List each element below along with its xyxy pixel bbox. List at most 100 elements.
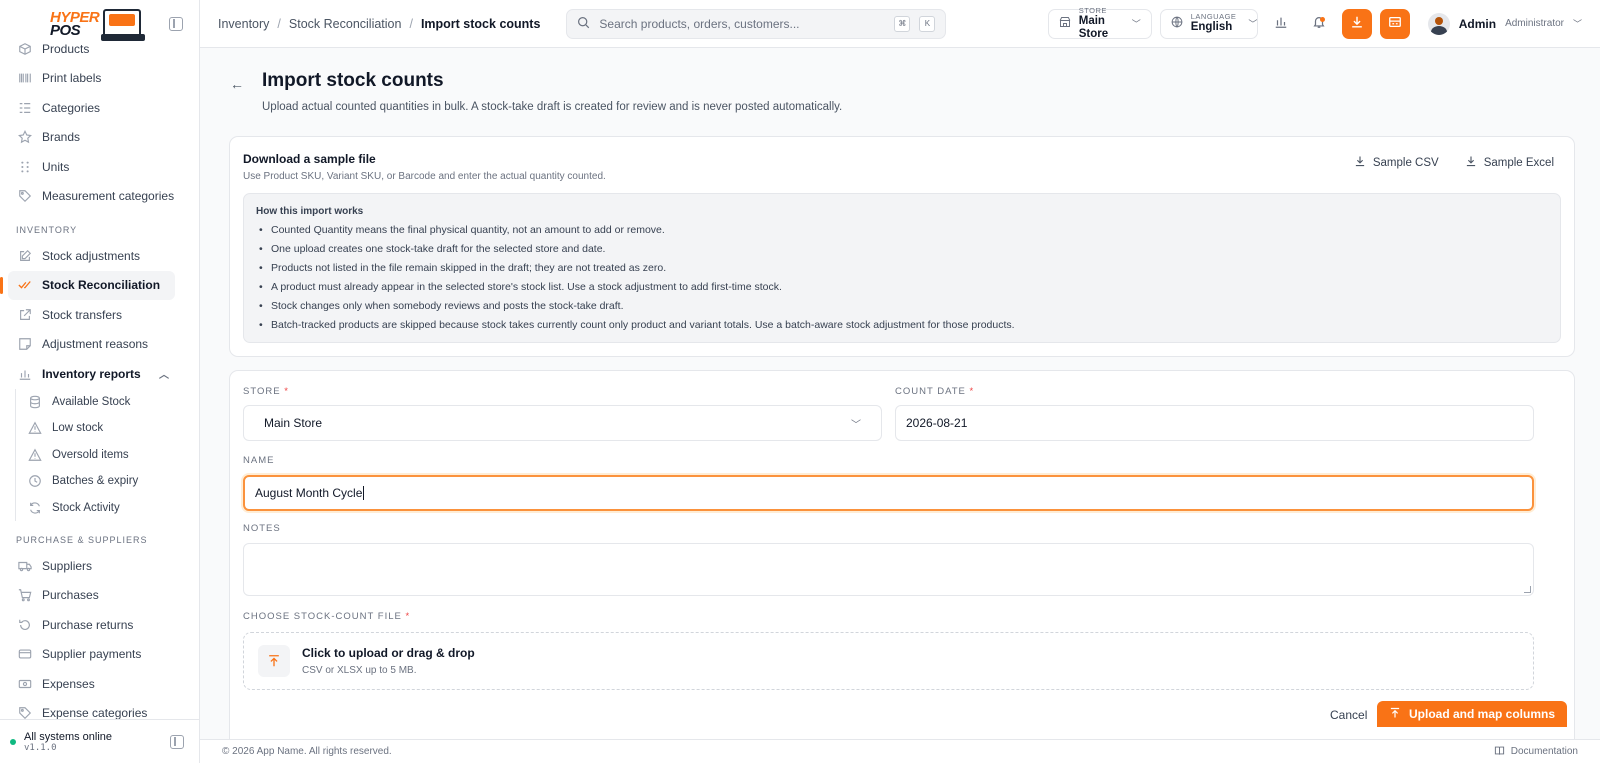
sample-file-header: Download a sample file Use Product SKU, … bbox=[243, 152, 606, 182]
sidebar-collapse-icon[interactable] bbox=[170, 734, 184, 749]
cash-icon bbox=[18, 677, 32, 691]
language-selector-text: LANGUAGE English bbox=[1191, 13, 1237, 34]
sidebar-item-expenses[interactable]: Expenses bbox=[0, 669, 199, 699]
sidebar: HYPER POS Products Print labels Categori… bbox=[0, 0, 200, 763]
sidebar-item-label: Adjustment reasons bbox=[42, 337, 149, 352]
box-icon bbox=[18, 42, 32, 56]
sidebar-group-label: Inventory reports bbox=[42, 366, 141, 381]
documentation-link[interactable]: Documentation bbox=[1494, 745, 1578, 759]
sidebar-item-supplier-payments[interactable]: Supplier payments bbox=[0, 640, 199, 670]
edit-icon bbox=[18, 249, 32, 263]
sidebar-item-purchases[interactable]: Purchases bbox=[0, 581, 199, 611]
sample-csv-label: Sample CSV bbox=[1372, 156, 1439, 169]
breadcrumb-inventory[interactable]: Inventory bbox=[218, 17, 269, 31]
breadcrumb-separator: / bbox=[277, 16, 281, 31]
sidebar-item-label: Measurement categories bbox=[42, 189, 175, 204]
sidebar-item-stock-reconciliation[interactable]: Stock Reconciliation bbox=[0, 270, 175, 300]
store-selector[interactable]: STORE Main Store ﹀ bbox=[1047, 6, 1152, 41]
sidebar-item-label: Low stock bbox=[52, 422, 104, 435]
search-input[interactable] bbox=[599, 16, 886, 31]
required-mark: * bbox=[284, 386, 289, 397]
sidebar-item-print-labels[interactable]: Print labels bbox=[0, 64, 199, 94]
user-menu[interactable]: Admin Administrator ﹀ bbox=[1427, 12, 1582, 35]
brand-logo[interactable]: HYPER POS bbox=[50, 9, 146, 41]
chevron-down-icon: ﹀ bbox=[851, 419, 861, 431]
kbd-command: ⌘ bbox=[894, 15, 911, 32]
sidebar-item-label: Expense categories bbox=[42, 706, 148, 719]
sidebar-item-label: Batches & expiry bbox=[52, 475, 139, 488]
back-arrow-icon[interactable]: ← bbox=[230, 76, 244, 113]
sidebar-item-expense-categories[interactable]: Expense categories bbox=[0, 699, 199, 719]
sidebar-item-low-stock[interactable]: Low stock bbox=[16, 415, 199, 442]
sidebar-item-stock-transfers[interactable]: Stock transfers bbox=[0, 300, 199, 330]
notifications-button[interactable] bbox=[1304, 9, 1334, 39]
breadcrumb-stock-reconciliation[interactable]: Stock Reconciliation bbox=[289, 17, 402, 31]
count-date-input[interactable]: 2026-08-21 bbox=[895, 405, 1534, 441]
sidebar-item-stock-adjustments[interactable]: Stock adjustments bbox=[0, 241, 199, 271]
sidebar-item-purchase-returns[interactable]: Purchase returns bbox=[0, 610, 199, 640]
sidebar-item-label: Oversold items bbox=[52, 448, 129, 461]
sidebar-item-measurement-categories[interactable]: Measurement categories bbox=[0, 182, 199, 212]
sidebar-item-units[interactable]: Units bbox=[0, 152, 199, 182]
text-cursor bbox=[363, 486, 365, 500]
store-select[interactable]: Main Store ﹀ bbox=[243, 405, 882, 441]
sidebar-nav: Products Print labels Categories Brands … bbox=[0, 40, 199, 719]
bar-chart-icon bbox=[18, 367, 32, 381]
global-search[interactable]: ⌘ K bbox=[566, 8, 947, 39]
header-actions: STORE Main Store ﹀ LANGUAGE English ﹀ Ad… bbox=[1047, 6, 1582, 41]
resize-handle-icon[interactable] bbox=[1524, 586, 1531, 593]
reports-button[interactable] bbox=[1266, 9, 1296, 39]
page-header: ← Import stock counts Upload actual coun… bbox=[230, 70, 842, 113]
sidebar-item-label: Supplier payments bbox=[42, 647, 142, 662]
truck-icon bbox=[18, 559, 32, 573]
sidebar-group-inventory-reports[interactable]: Inventory reports ︿ bbox=[0, 359, 199, 389]
sidebar-item-brands[interactable]: Brands bbox=[0, 123, 199, 153]
sidebar-item-label: Stock Activity bbox=[52, 501, 120, 514]
file-field-label: CHOOSE STOCK-COUNT FILE * bbox=[243, 611, 410, 622]
notes-field-label: NOTES bbox=[243, 523, 281, 534]
upload-map-columns-button[interactable]: Upload and map columns bbox=[1377, 701, 1568, 727]
sidebar-item-oversold-items[interactable]: Oversold items bbox=[16, 442, 199, 469]
pos-button[interactable] bbox=[1379, 8, 1410, 39]
globe-icon bbox=[1171, 16, 1183, 31]
count-date-value: 2026-08-21 bbox=[906, 416, 968, 430]
chevron-up-icon[interactable]: ︿ bbox=[159, 366, 169, 381]
sidebar-item-available-stock[interactable]: Available Stock bbox=[16, 389, 199, 416]
sidebar-item-label: Units bbox=[42, 159, 70, 174]
date-label-text: COUNT DATE bbox=[895, 386, 966, 397]
sidebar-item-suppliers[interactable]: Suppliers bbox=[0, 551, 199, 581]
sidebar-item-stock-activity[interactable]: Stock Activity bbox=[16, 495, 199, 522]
language-selector[interactable]: LANGUAGE English ﹀ bbox=[1159, 8, 1258, 39]
sample-csv-button[interactable]: Sample CSV bbox=[1354, 155, 1439, 170]
clock-icon bbox=[28, 474, 42, 488]
sidebar-item-products[interactable]: Products bbox=[0, 40, 199, 64]
store-selector-text: STORE Main Store bbox=[1079, 6, 1120, 41]
instruction-item: Batch-tracked products are skipped becau… bbox=[256, 318, 1548, 337]
app-version: v1.1.0 bbox=[24, 742, 57, 753]
breadcrumb-current: Import stock counts bbox=[420, 16, 541, 31]
top-header: Inventory / Stock Reconciliation / Impor… bbox=[200, 0, 1600, 48]
barcode-icon bbox=[18, 71, 32, 85]
breadcrumb: Inventory / Stock Reconciliation / Impor… bbox=[218, 17, 540, 31]
download-button[interactable] bbox=[1341, 8, 1372, 39]
sidebar-toggle-icon[interactable] bbox=[169, 17, 183, 31]
sidebar-item-categories[interactable]: Categories bbox=[0, 93, 199, 123]
sidebar-item-adjustment-reasons[interactable]: Adjustment reasons bbox=[0, 330, 199, 360]
sidebar-item-batches-expiry[interactable]: Batches & expiry bbox=[16, 468, 199, 495]
name-input[interactable]: August Month Cycle bbox=[243, 475, 1534, 511]
cancel-button[interactable]: Cancel bbox=[1330, 708, 1367, 722]
notes-textarea[interactable] bbox=[243, 543, 1534, 596]
check-double-icon bbox=[18, 278, 32, 292]
instructions-list: Counted Quantity means the final physica… bbox=[256, 223, 1548, 337]
sidebar-item-label: Purchases bbox=[42, 588, 99, 603]
sample-excel-button[interactable]: Sample Excel bbox=[1465, 155, 1554, 170]
credit-card-icon bbox=[18, 647, 32, 661]
sidebar-item-label: Stock transfers bbox=[42, 307, 123, 322]
sidebar-item-label: Available Stock bbox=[52, 395, 131, 408]
required-mark: * bbox=[405, 611, 411, 622]
sidebar-item-label: Expenses bbox=[42, 676, 95, 691]
file-dropzone[interactable]: Click to upload or drag & drop CSV or XL… bbox=[243, 632, 1534, 690]
notification-dot bbox=[1319, 16, 1325, 22]
instruction-item: Counted Quantity means the final physica… bbox=[256, 223, 1548, 242]
upload-icon bbox=[258, 645, 290, 677]
